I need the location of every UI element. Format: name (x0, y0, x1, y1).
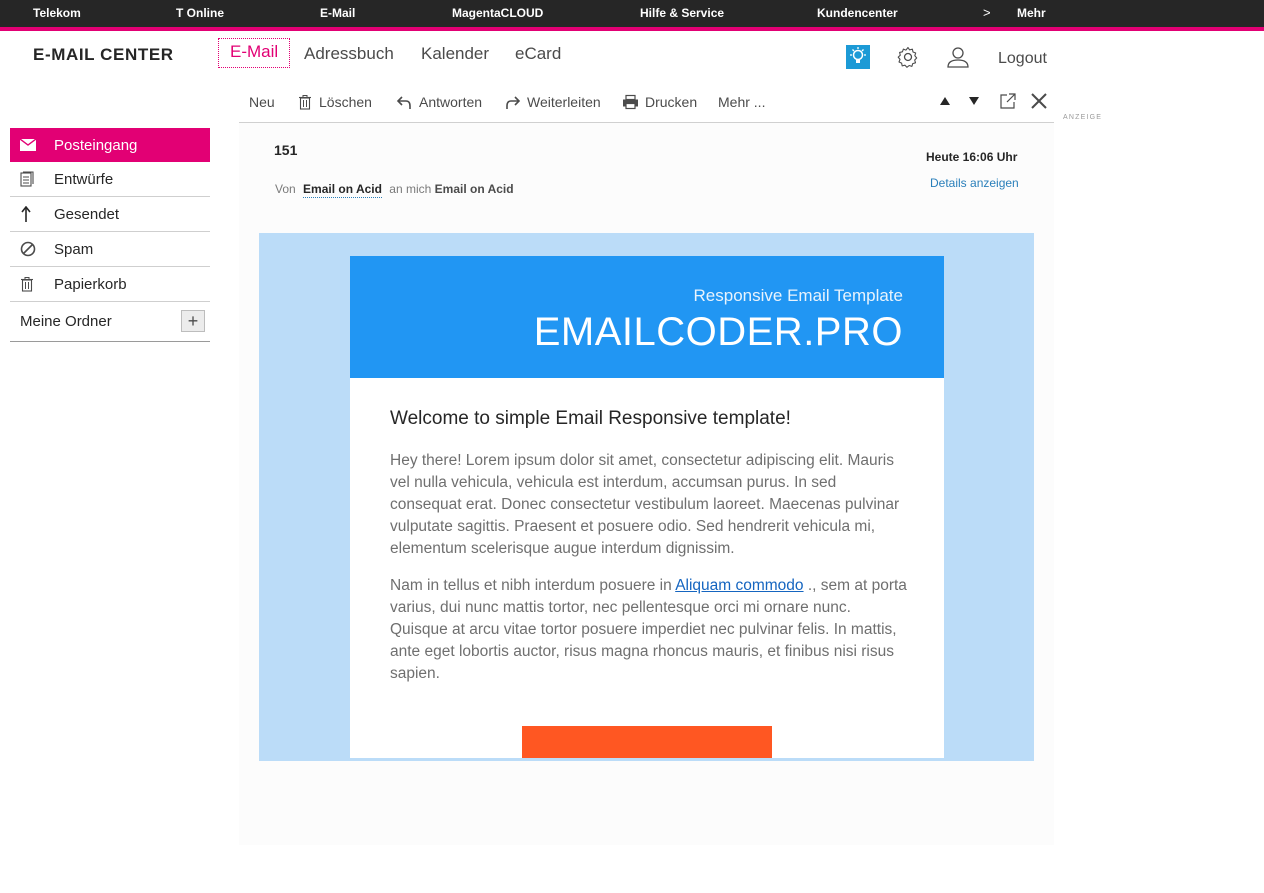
triangle-down-icon (969, 97, 979, 105)
email-header-subtitle: Responsive Email Template (693, 286, 903, 305)
sidebar-item-papierkorb[interactable]: Papierkorb (10, 267, 210, 302)
sidebar-item-label: Posteingang (54, 136, 138, 154)
lightbulb-icon[interactable] (846, 45, 870, 69)
new-label: Neu (249, 94, 275, 110)
delete-label: Löschen (319, 94, 372, 110)
sidebar-item-label: Entwürfe (54, 170, 114, 188)
from-prefix: Von (275, 182, 296, 196)
topnav-hilfe-service[interactable]: Hilfe & Service (640, 6, 724, 20)
sidebar-item-spam[interactable]: Spam (10, 232, 210, 267)
recipient-name: Email on Acid (434, 182, 514, 196)
forward-icon (506, 96, 521, 109)
paragraph-text: Nam in tellus et nibh interdum posuere i… (390, 577, 676, 594)
new-button[interactable]: Neu (249, 94, 275, 110)
more-button[interactable]: Mehr ... (718, 94, 765, 110)
tab-ecard[interactable]: eCard (515, 44, 561, 64)
gear-icon[interactable] (896, 45, 920, 69)
sidebar-my-folders: Meine Ordner + (10, 302, 210, 342)
envelope-icon (10, 139, 54, 151)
print-button[interactable]: Drucken (622, 94, 697, 110)
forward-button[interactable]: Weiterleiten (504, 94, 601, 110)
sidebar-item-gesendet[interactable]: Gesendet (10, 197, 210, 232)
top-navigation: Telekom T Online E-Mail MagentaCLOUD Hil… (0, 0, 1264, 31)
folder-sidebar: Posteingang Entwürfe Gesendet Spam Papie… (10, 128, 210, 342)
next-message-button[interactable] (968, 95, 980, 107)
to-prefix: an mich (389, 182, 432, 196)
email-paragraph-2: Nam in tellus et nibh interdum posuere i… (390, 575, 910, 685)
delete-button[interactable]: Löschen (297, 94, 372, 110)
sidebar-item-label: Papierkorb (54, 275, 127, 293)
topnav-t-online[interactable]: T Online (176, 6, 224, 20)
reply-button[interactable]: Antworten (396, 94, 482, 110)
sidebar-item-label: Spam (54, 240, 94, 258)
add-folder-button[interactable]: + (181, 310, 205, 332)
ad-label: ANZEIGE (1063, 114, 1103, 121)
print-label: Drucken (645, 94, 698, 110)
sidebar-item-posteingang[interactable]: Posteingang (10, 128, 210, 162)
email-heading: Welcome to simple Email Responsive templ… (390, 408, 791, 429)
forward-label: Weiterleiten (527, 94, 601, 110)
topnav-email[interactable]: E-Mail (320, 6, 355, 20)
brand-accent-line (0, 27, 1264, 31)
sidebar-item-label: Gesendet (54, 205, 120, 223)
open-external-icon (1000, 93, 1016, 109)
reply-icon (396, 96, 411, 109)
message-date: Heute 16:06 Uhr (926, 150, 1018, 164)
user-icon[interactable] (946, 45, 970, 69)
cta-button[interactable] (522, 726, 772, 758)
print-icon (623, 94, 638, 110)
topnav-telekom[interactable]: Telekom (33, 6, 81, 20)
chevron-right-icon[interactable]: > (983, 5, 991, 20)
triangle-up-icon (940, 97, 950, 105)
tab-email[interactable]: E-Mail (218, 38, 291, 68)
from-line: Von Email on Acid an mich Email on Acid (275, 182, 514, 198)
email-header: Responsive Email Template EMAILCODER.PRO (350, 256, 944, 378)
topnav-magentacloud[interactable]: MagentaCLOUD (452, 6, 543, 20)
trash-icon (299, 95, 311, 110)
tab-kalender[interactable]: Kalender (421, 44, 489, 64)
topnav-mehr[interactable]: Mehr (1017, 6, 1046, 20)
close-button[interactable] (1029, 91, 1049, 111)
close-icon (1031, 93, 1047, 109)
message-subject: 151 (274, 142, 298, 158)
arrow-up-icon (10, 206, 54, 222)
details-link[interactable]: Details anzeigen (930, 176, 1019, 190)
block-icon (10, 241, 54, 257)
brand-title: E-MAIL CENTER (33, 45, 174, 64)
my-folders-label: Meine Ordner (20, 313, 112, 330)
reply-label: Antworten (419, 94, 483, 110)
tab-adressbuch[interactable]: Adressbuch (304, 44, 394, 64)
previous-message-button[interactable] (939, 95, 951, 107)
topnav-kundencenter[interactable]: Kundencenter (817, 6, 898, 20)
sidebar-item-entwuerfe[interactable]: Entwürfe (10, 162, 210, 197)
logout-link[interactable]: Logout (998, 50, 1047, 68)
email-body: Welcome to simple Email Responsive templ… (350, 378, 944, 758)
email-paragraph-1: Hey there! Lorem ipsum dolor sit amet, c… (390, 452, 900, 557)
draft-icon (10, 171, 54, 187)
trash-icon (10, 276, 54, 292)
aliquam-commodo-link[interactable]: Aliquam commodo (675, 577, 803, 594)
sender-name[interactable]: Email on Acid (303, 182, 382, 198)
open-external-button[interactable] (999, 92, 1017, 110)
email-header-title: EMAILCODER.PRO (533, 310, 903, 354)
more-label: Mehr ... (718, 94, 766, 110)
